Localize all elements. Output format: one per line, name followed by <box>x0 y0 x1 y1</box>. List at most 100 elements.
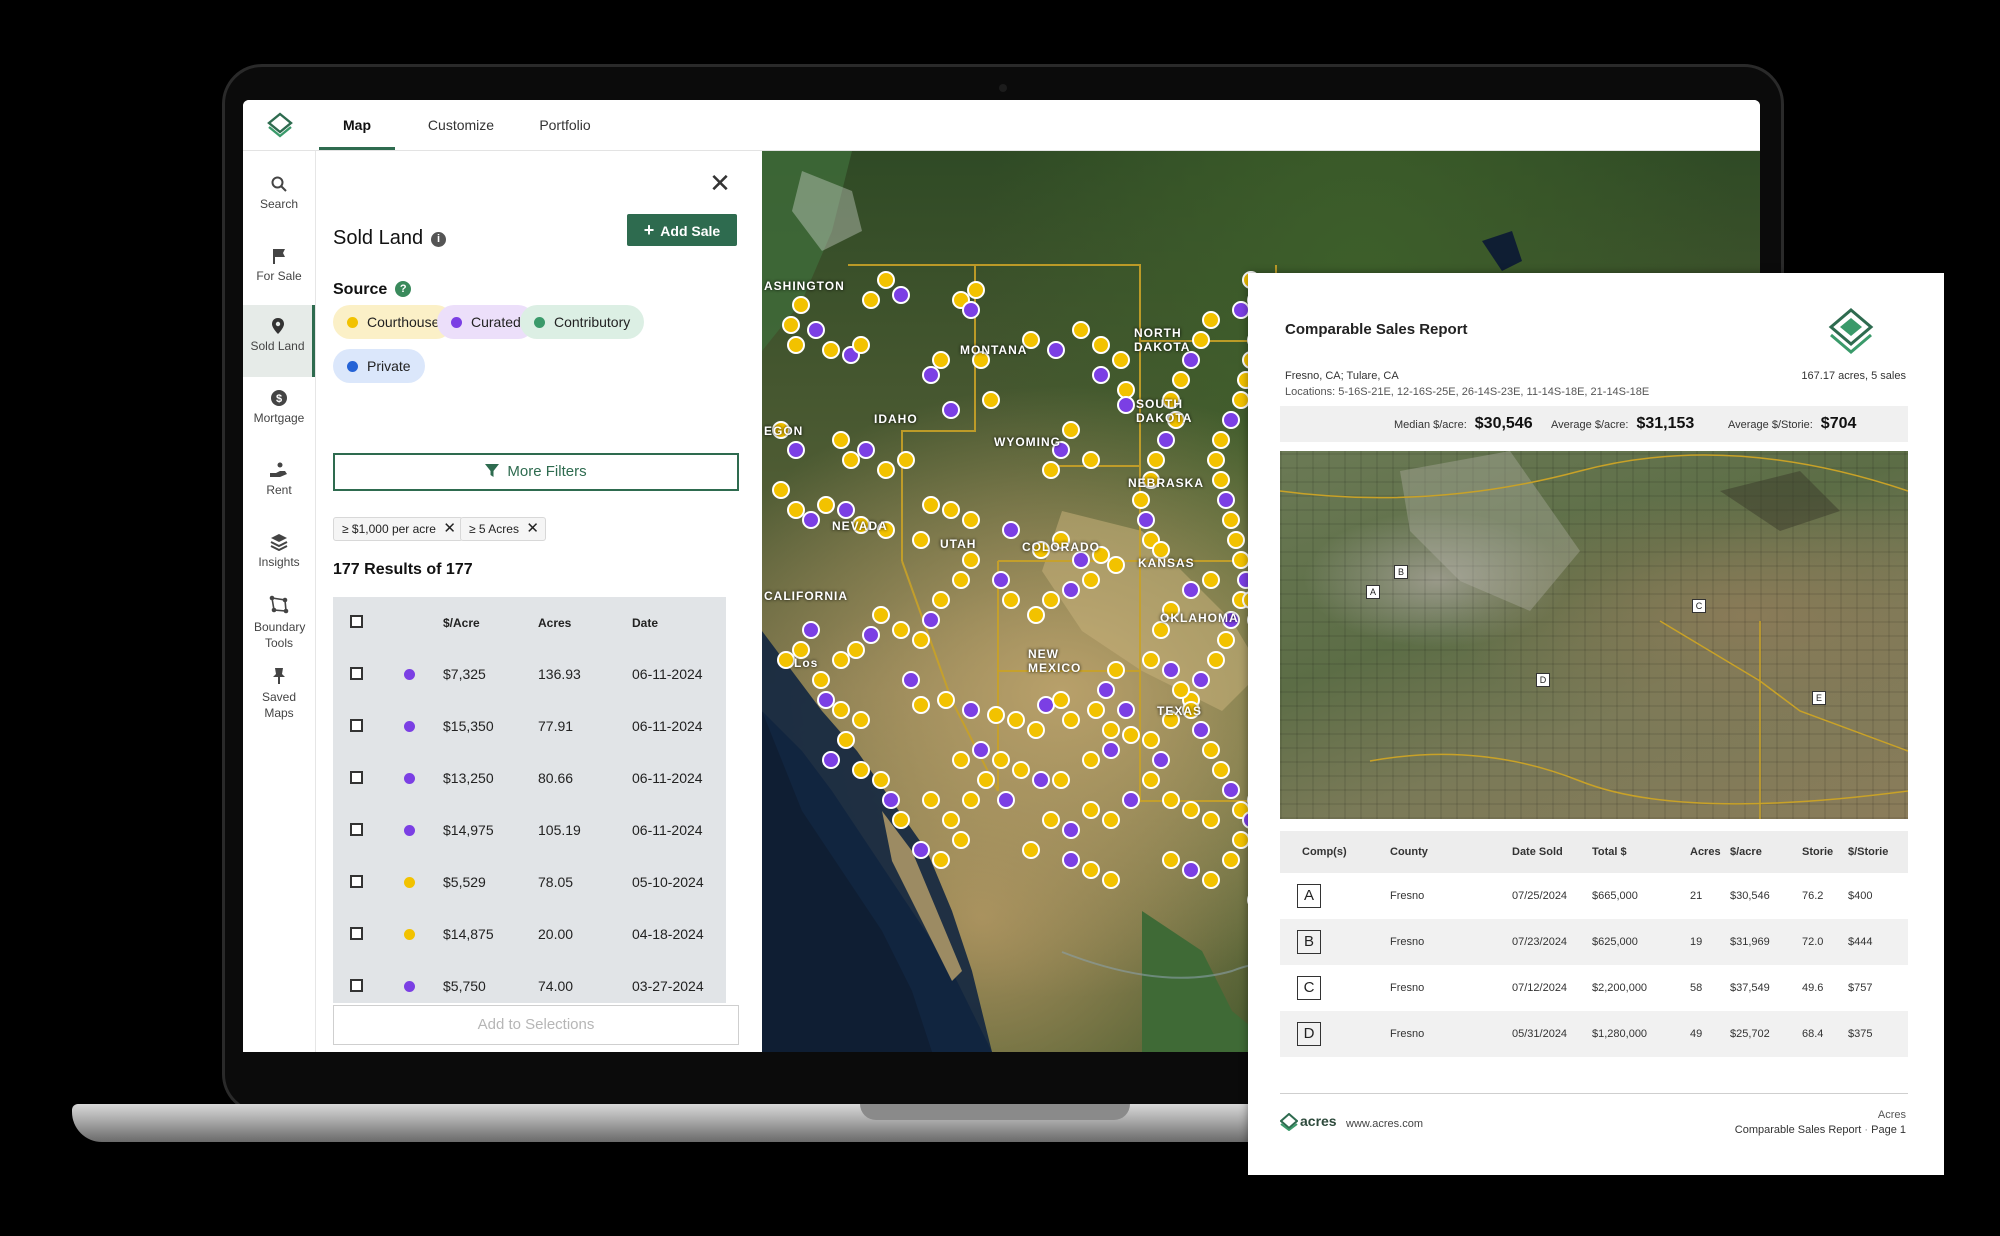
add-sale-button[interactable]: + Add Sale <box>627 214 737 246</box>
sale-pin[interactable] <box>1052 771 1070 789</box>
sale-pin[interactable] <box>1042 461 1060 479</box>
rail-item-rent[interactable]: Rent <box>243 449 315 521</box>
sale-pin[interactable] <box>1182 801 1200 819</box>
sale-pin[interactable] <box>962 791 980 809</box>
sale-pin[interactable] <box>1062 421 1080 439</box>
rail-item-mortgage[interactable]: $ Mortgage <box>243 377 315 449</box>
sale-pin[interactable] <box>852 711 870 729</box>
sale-pin[interactable] <box>942 501 960 519</box>
rail-item-search[interactable]: Search <box>243 163 315 235</box>
sale-pin[interactable] <box>792 296 810 314</box>
sale-pin[interactable] <box>1202 311 1220 329</box>
sale-pin[interactable] <box>1162 791 1180 809</box>
sale-pin[interactable] <box>1122 726 1140 744</box>
sale-pin[interactable] <box>1217 631 1235 649</box>
sale-pin[interactable] <box>1032 771 1050 789</box>
sale-pin[interactable] <box>892 286 910 304</box>
table-row[interactable]: $7,325 136.93 06-11-2024 <box>333 655 726 695</box>
sale-pin[interactable] <box>1082 801 1100 819</box>
sale-pin[interactable] <box>937 691 955 709</box>
sale-pin[interactable] <box>962 701 980 719</box>
sale-pin[interactable] <box>962 511 980 529</box>
sale-pin[interactable] <box>1052 691 1070 709</box>
sale-pin[interactable] <box>1097 681 1115 699</box>
sale-pin[interactable] <box>967 281 985 299</box>
sale-pin[interactable] <box>1062 821 1080 839</box>
sale-pin[interactable] <box>1147 451 1165 469</box>
sale-pin[interactable] <box>787 336 805 354</box>
map-marker-c[interactable]: C <box>1692 599 1706 613</box>
sale-pin[interactable] <box>922 611 940 629</box>
sale-pin[interactable] <box>1142 651 1160 669</box>
sale-pin[interactable] <box>882 791 900 809</box>
row-checkbox[interactable] <box>350 719 363 732</box>
tab-portfolio[interactable]: Portfolio <box>525 100 605 150</box>
select-all-checkbox[interactable] <box>350 615 363 628</box>
sale-pin[interactable] <box>992 751 1010 769</box>
sale-pin[interactable] <box>862 291 880 309</box>
sale-pin[interactable] <box>1102 811 1120 829</box>
sale-pin[interactable] <box>1172 681 1190 699</box>
sale-pin[interactable] <box>1172 371 1190 389</box>
sale-pin[interactable] <box>902 671 920 689</box>
sale-pin[interactable] <box>972 741 990 759</box>
sale-pin[interactable] <box>1007 711 1025 729</box>
row-checkbox[interactable] <box>350 875 363 888</box>
sale-pin[interactable] <box>1072 321 1090 339</box>
sale-pin[interactable] <box>922 791 940 809</box>
app-logo-icon[interactable] <box>267 112 293 138</box>
sale-pin[interactable] <box>912 696 930 714</box>
map-marker-d[interactable]: D <box>1536 673 1550 687</box>
sale-pin[interactable] <box>1047 341 1065 359</box>
sale-pin[interactable] <box>1087 701 1105 719</box>
sale-pin[interactable] <box>1202 741 1220 759</box>
sale-pin[interactable] <box>997 791 1015 809</box>
sale-pin[interactable] <box>872 771 890 789</box>
sale-pin[interactable] <box>1212 471 1230 489</box>
add-to-selections-button[interactable]: Add to Selections <box>333 1005 739 1045</box>
sale-pin[interactable] <box>922 366 940 384</box>
rail-item-sold-land[interactable]: Sold Land <box>243 305 315 377</box>
sale-pin[interactable] <box>787 441 805 459</box>
sale-pin[interactable] <box>1202 811 1220 829</box>
sale-pin[interactable] <box>952 571 970 589</box>
sale-pin[interactable] <box>1152 751 1170 769</box>
sale-pin[interactable] <box>942 401 960 419</box>
sale-pin[interactable] <box>1002 591 1020 609</box>
sale-pin[interactable] <box>1117 701 1135 719</box>
sale-pin[interactable] <box>932 591 950 609</box>
col-header-acres[interactable]: Acres <box>538 616 571 630</box>
sale-pin[interactable] <box>1202 871 1220 889</box>
sale-pin[interactable] <box>832 651 850 669</box>
sale-pin[interactable] <box>1027 606 1045 624</box>
sale-pin[interactable] <box>922 496 940 514</box>
source-chip-courthouse[interactable]: Courthouse <box>333 305 454 339</box>
sale-pin[interactable] <box>862 626 880 644</box>
sale-pin[interactable] <box>807 321 825 339</box>
source-chip-private[interactable]: Private <box>333 349 425 383</box>
row-checkbox[interactable] <box>350 667 363 680</box>
remove-filter-icon[interactable]: ✕ <box>526 518 539 540</box>
sale-pin[interactable] <box>847 641 865 659</box>
sale-pin[interactable] <box>952 751 970 769</box>
sale-pin[interactable] <box>1042 811 1060 829</box>
sale-pin[interactable] <box>1162 851 1180 869</box>
sale-pin[interactable] <box>1082 861 1100 879</box>
sale-pin[interactable] <box>912 631 930 649</box>
sale-pin[interactable] <box>802 621 820 639</box>
sale-pin[interactable] <box>1222 511 1240 529</box>
tab-customize[interactable]: Customize <box>416 100 506 150</box>
sale-pin[interactable] <box>892 621 910 639</box>
sale-pin[interactable] <box>857 441 875 459</box>
sale-pin[interactable] <box>802 511 820 529</box>
remove-filter-icon[interactable]: ✕ <box>443 518 456 540</box>
sale-pin[interactable] <box>1157 431 1175 449</box>
sale-pin[interactable] <box>1142 731 1160 749</box>
source-chip-contributory[interactable]: Contributory <box>520 305 645 339</box>
info-icon[interactable]: i <box>431 232 447 247</box>
sale-pin[interactable] <box>837 731 855 749</box>
table-row[interactable]: $5,529 78.05 05-10-2024 <box>333 863 726 903</box>
sale-pin[interactable] <box>1192 721 1210 739</box>
sale-pin[interactable] <box>892 811 910 829</box>
sale-pin[interactable] <box>877 461 895 479</box>
